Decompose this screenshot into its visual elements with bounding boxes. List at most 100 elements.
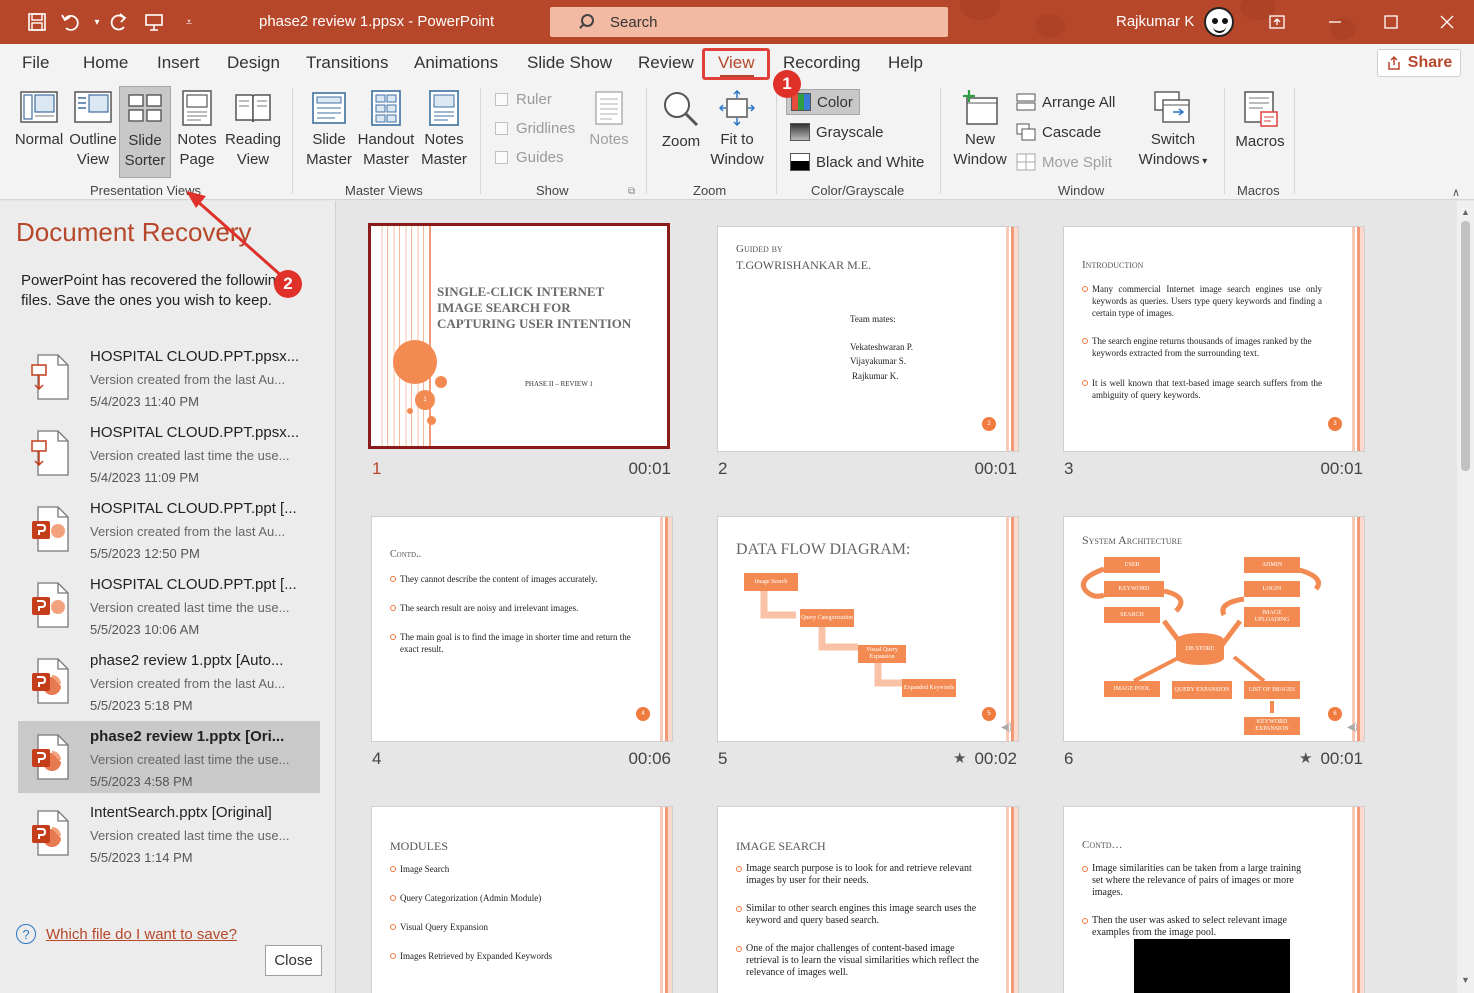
fit-to-window-icon <box>719 90 755 126</box>
search-box[interactable]: Search <box>550 7 948 37</box>
handout-master-button[interactable]: Handout Master <box>356 90 416 176</box>
scroll-up-icon[interactable]: ▲ <box>1461 207 1470 217</box>
tab-recording[interactable]: Recording <box>783 53 861 73</box>
show-dialog-launcher-icon[interactable]: ⧉ <box>628 182 635 202</box>
checkbox-box <box>495 151 508 164</box>
vertical-scrollbar[interactable]: ▲ ▼ <box>1457 201 1474 993</box>
close-window-icon[interactable] <box>1422 0 1472 44</box>
tab-transitions[interactable]: Transitions <box>306 53 389 73</box>
black-white-label: Black and White <box>816 153 925 171</box>
window-group-label: Window <box>1058 183 1105 198</box>
slide-number: 5 <box>718 749 728 768</box>
recovery-file-date: 5/5/2023 12:50 PM <box>90 546 200 561</box>
maximize-icon[interactable] <box>1366 0 1416 44</box>
slide-bullet: Visual Query Expansion <box>390 921 640 933</box>
slide-bullet: Image similarities can be taken from a l… <box>1082 863 1312 899</box>
slide-bullet: Many commercial Internet image search en… <box>1082 283 1322 319</box>
flow-node: Image Search <box>744 573 798 591</box>
tab-review[interactable]: Review <box>638 53 694 73</box>
slide-thumbnail-2[interactable]: Guided by T.GOWRISHANKAR M.E. Team mates… <box>717 226 1019 452</box>
recovery-item[interactable]: HOSPITAL CLOUD.PPT.ppsx... Version creat… <box>18 341 320 413</box>
recovery-file-version: Version created from the last Au... <box>90 676 286 691</box>
slide-master-icon <box>312 92 346 124</box>
recovery-item[interactable]: HOSPITAL CLOUD.PPT.ppt [... Version crea… <box>18 569 320 641</box>
user-name[interactable]: Rajkumar K <box>1116 13 1194 30</box>
outline-view-button[interactable]: Outline View <box>68 90 118 176</box>
black-white-button[interactable]: Black and White <box>786 149 928 175</box>
share-label: Share <box>1407 54 1453 71</box>
recovery-file-version: Version created from the last Au... <box>90 372 286 387</box>
tab-help[interactable]: Help <box>888 53 923 73</box>
recovery-file-name: HOSPITAL CLOUD.PPT.ppsx... <box>90 348 300 365</box>
help-link[interactable]: ? Which file do I want to save? <box>16 924 237 944</box>
slide-thumbnail-6[interactable]: System Architecture USER KEYWORD SEARCH … <box>1063 516 1365 742</box>
tab-design[interactable]: Design <box>227 53 280 73</box>
gridlines-checkbox[interactable]: Gridlines <box>495 120 575 137</box>
minimize-icon[interactable] <box>1310 0 1360 44</box>
scroll-down-icon[interactable]: ▼ <box>1461 975 1470 985</box>
zoom-button[interactable]: Zoom <box>656 90 706 160</box>
recovery-item[interactable]: phase2 review 1.pptx [Auto... Version cr… <box>18 645 320 717</box>
cascade-button[interactable]: Cascade <box>1012 119 1105 145</box>
present-icon[interactable] <box>141 9 167 35</box>
slide-thumbnail-3[interactable]: Introduction Many commercial Internet im… <box>1063 226 1365 452</box>
view-tab-highlight <box>702 48 770 80</box>
tab-insert[interactable]: Insert <box>157 53 200 73</box>
tab-file[interactable]: File <box>22 53 49 73</box>
notes-page-button[interactable]: Notes Page <box>173 90 221 176</box>
slide-sorter-button[interactable]: Slide Sorter <box>119 86 171 178</box>
recovery-item[interactable]: HOSPITAL CLOUD.PPT.ppsx... Version creat… <box>18 417 320 489</box>
outline-label-2: View <box>76 151 110 168</box>
guides-checkbox[interactable]: Guides <box>495 149 564 166</box>
slide-member: Vekateshwaran P. <box>850 342 913 352</box>
save-icon[interactable] <box>24 9 50 35</box>
recovery-file-name: IntentSearch.pptx [Original] <box>90 804 272 821</box>
notes-master-button[interactable]: Notes Master <box>418 90 470 176</box>
customize-toolbar-icon[interactable]: ⩡ <box>176 9 202 35</box>
grayscale-button[interactable]: Grayscale <box>786 119 888 145</box>
slide-thumbnail-5[interactable]: DATA FLOW DIAGRAM: Image Search Query Ca… <box>717 516 1019 742</box>
slide-thumbnail-4[interactable]: Contd.. They cannot describe the content… <box>371 516 673 742</box>
slide-thumbnail-8[interactable]: IMAGE SEARCH Image search purpose is to … <box>717 806 1019 993</box>
undo-icon[interactable] <box>58 9 84 35</box>
tab-home[interactable]: Home <box>83 53 128 73</box>
collapse-ribbon-icon[interactable]: ∧ <box>1452 186 1460 199</box>
slide-number: 3 <box>1064 459 1074 478</box>
recovery-item-selected[interactable]: phase2 review 1.pptx [Ori... Version cre… <box>18 721 320 793</box>
help-link-text[interactable]: Which file do I want to save? <box>46 926 237 943</box>
recovery-item[interactable]: HOSPITAL CLOUD.PPT.ppt [... Version crea… <box>18 493 320 565</box>
fit-to-window-button[interactable]: Fit to Window <box>706 90 768 176</box>
ribbon-display-icon[interactable] <box>1252 0 1302 44</box>
reading-view-button[interactable]: Reading View <box>223 90 283 176</box>
macros-button[interactable]: Macros <box>1232 90 1288 160</box>
slide-bullet: It is well known that text-based image s… <box>1082 377 1322 401</box>
slide-thumbnail-1[interactable]: 1 SINGLE-CLICK INTERNET IMAGE SEARCH FOR… <box>368 223 670 449</box>
black-white-swatch-icon <box>790 153 810 171</box>
tab-animations[interactable]: Animations <box>414 53 498 73</box>
move-split-button[interactable]: Move Split <box>1012 149 1116 175</box>
slide-sorter-label-2: Sorter <box>124 152 166 169</box>
recovery-item[interactable]: IntentSearch.pptx [Original] Version cre… <box>18 797 320 869</box>
share-button[interactable]: Share <box>1377 49 1461 77</box>
normal-view-button[interactable]: Normal <box>10 90 68 172</box>
redo-icon[interactable] <box>106 9 132 35</box>
slide-master-button[interactable]: Slide Master <box>302 90 356 176</box>
slide-thumbnail-7[interactable]: MODULES Image Search Query Categorizatio… <box>371 806 673 993</box>
arrange-all-button[interactable]: Arrange All <box>1012 89 1119 115</box>
notes-master-label-1: Notes <box>424 131 464 148</box>
ruler-checkbox[interactable]: Ruler <box>495 91 552 108</box>
slide-circle-decoration <box>435 376 447 388</box>
recovery-file-version: Version created from the last Au... <box>90 524 286 539</box>
tab-slide-show[interactable]: Slide Show <box>527 53 612 73</box>
close-button[interactable]: Close <box>265 945 322 976</box>
scroll-thumb[interactable] <box>1461 221 1470 471</box>
slide-title: Contd… <box>1082 839 1123 851</box>
slide-thumbnail-9[interactable]: Contd… Image similarities can be taken f… <box>1063 806 1365 993</box>
notes-button[interactable]: Notes <box>586 90 632 160</box>
recovery-file-date: 5/5/2023 10:06 AM <box>90 622 200 637</box>
switch-windows-button[interactable]: Switch Windows ▾ <box>1130 90 1216 176</box>
arch-node: LOGIN <box>1244 581 1300 597</box>
slide-bullet: The main goal is to find the image in sh… <box>390 631 640 655</box>
avatar[interactable] <box>1204 7 1234 37</box>
new-window-button[interactable]: New Window <box>950 90 1010 176</box>
